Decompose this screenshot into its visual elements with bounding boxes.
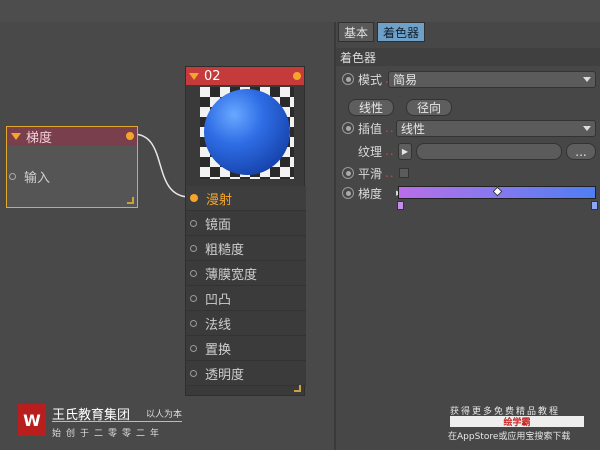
promo-line-3: 在AppStore或应用宝搜索下载 <box>448 432 571 442</box>
smooth-label: 平滑 <box>358 166 383 181</box>
channel-film-width[interactable]: 薄膜宽度 <box>186 261 306 286</box>
gradient-label: 梯度 <box>358 186 383 201</box>
output-port-icon[interactable] <box>126 132 134 140</box>
promo-line-2: 绘学霸 <box>450 416 584 428</box>
channel-bump[interactable]: 凹凸 <box>186 286 306 311</box>
channel-pin-icon[interactable] <box>190 194 198 202</box>
animate-radio-icon[interactable] <box>342 187 354 199</box>
dots-icon: .. <box>385 144 395 158</box>
channel-displacement[interactable]: 置换 <box>186 336 306 361</box>
channel-pin-icon[interactable] <box>190 319 197 327</box>
animate-radio-icon[interactable] <box>342 167 354 179</box>
channel-pin-icon[interactable] <box>190 294 197 302</box>
gradient-right-knob[interactable] <box>591 201 598 210</box>
channel-pin-icon[interactable] <box>190 244 197 252</box>
animate-radio-icon[interactable] <box>342 73 354 85</box>
attribute-panel: 基本 着色器 着色器 模式 .. 简易 线性 径向 插值 .. 线性 纹理 ..… <box>336 22 600 450</box>
channel-pin-icon[interactable] <box>190 219 197 227</box>
brand-divider <box>52 421 182 422</box>
channel-label: 漫射 <box>206 192 233 208</box>
output-port-icon[interactable] <box>293 72 301 80</box>
tab-basic[interactable]: 基本 <box>338 22 375 42</box>
channel-label: 凹凸 <box>205 292 232 308</box>
mode-label: 模式 <box>358 72 383 87</box>
gradient-node[interactable]: 梯度 输入 <box>6 126 138 208</box>
channel-label: 置换 <box>205 342 232 358</box>
channel-diffuse[interactable]: 漫射 <box>186 186 306 211</box>
chevron-down-icon <box>583 77 591 82</box>
channel-label: 粗糙度 <box>205 242 245 258</box>
texture-more-button[interactable]: ... <box>566 143 596 160</box>
gradient-left-knob[interactable] <box>397 201 404 210</box>
channel-label: 法线 <box>205 317 232 333</box>
input-pin-icon[interactable] <box>9 173 16 180</box>
tab-shader[interactable]: 着色器 <box>377 22 426 42</box>
texture-arrow-button[interactable]: ▶ <box>398 143 412 160</box>
linear-button[interactable]: 线性 <box>348 99 394 116</box>
gradient-node-title: 梯度 <box>26 131 53 146</box>
brand-year-line: 始创于二零零二年 <box>52 429 165 439</box>
resize-handle-icon[interactable] <box>127 197 134 204</box>
collapse-triangle-icon[interactable] <box>189 72 199 80</box>
mode-value: 简易 <box>393 73 418 87</box>
resize-handle-icon[interactable] <box>294 385 301 392</box>
gradient-node-header[interactable]: 梯度 <box>7 127 137 146</box>
gradient-bar[interactable] <box>398 186 596 199</box>
section-title: 着色器 <box>336 48 600 66</box>
dots-icon: .. <box>385 166 395 180</box>
interpolation-label: 插值 <box>358 121 383 136</box>
mode-dropdown[interactable]: 简易 <box>388 71 596 88</box>
channel-transparency[interactable]: 透明度 <box>186 361 306 386</box>
channel-pin-icon[interactable] <box>190 344 197 352</box>
texture-field[interactable] <box>416 143 562 160</box>
channel-label: 薄膜宽度 <box>205 267 258 283</box>
interpolation-value: 线性 <box>401 122 426 136</box>
material-preview <box>200 87 294 179</box>
play-arrow-icon: ▶ <box>401 147 409 156</box>
preview-sphere <box>204 89 290 175</box>
brand-motto: 以人为本 <box>146 410 183 420</box>
channel-roughness[interactable]: 粗糙度 <box>186 236 306 261</box>
channel-pin-icon[interactable] <box>190 369 197 377</box>
channel-normal[interactable]: 法线 <box>186 311 306 336</box>
channel-pin-icon[interactable] <box>190 269 197 277</box>
chevron-down-icon <box>583 126 591 131</box>
material-node-title: 02 <box>204 68 221 84</box>
channel-specular[interactable]: 镜面 <box>186 211 306 236</box>
radial-button[interactable]: 径向 <box>406 99 452 116</box>
brand-logo: W <box>18 404 46 436</box>
texture-label: 纹理 <box>358 144 383 159</box>
channel-list: 漫射 镜面 粗糙度 薄膜宽度 凹凸 法线 置换 透明度 <box>186 186 306 386</box>
dots-icon: .. <box>385 121 395 135</box>
collapse-triangle-icon[interactable] <box>11 133 21 140</box>
smooth-checkbox[interactable] <box>398 168 409 178</box>
channel-label: 透明度 <box>205 367 245 383</box>
material-node[interactable]: 02 漫射 镜面 粗糙度 薄膜宽度 凹凸 法线 置换 透明度 <box>185 66 306 396</box>
material-node-header[interactable]: 02 <box>186 67 304 85</box>
smooth-row: 平滑 .. <box>336 164 600 182</box>
gradient-midpoint-icon[interactable] <box>492 186 503 197</box>
animate-radio-icon[interactable] <box>342 122 354 134</box>
input-port-label: 输入 <box>24 171 51 186</box>
interpolation-dropdown[interactable]: 线性 <box>396 120 596 137</box>
input-port[interactable]: 输入 <box>9 167 50 186</box>
channel-label: 镜面 <box>205 217 232 233</box>
